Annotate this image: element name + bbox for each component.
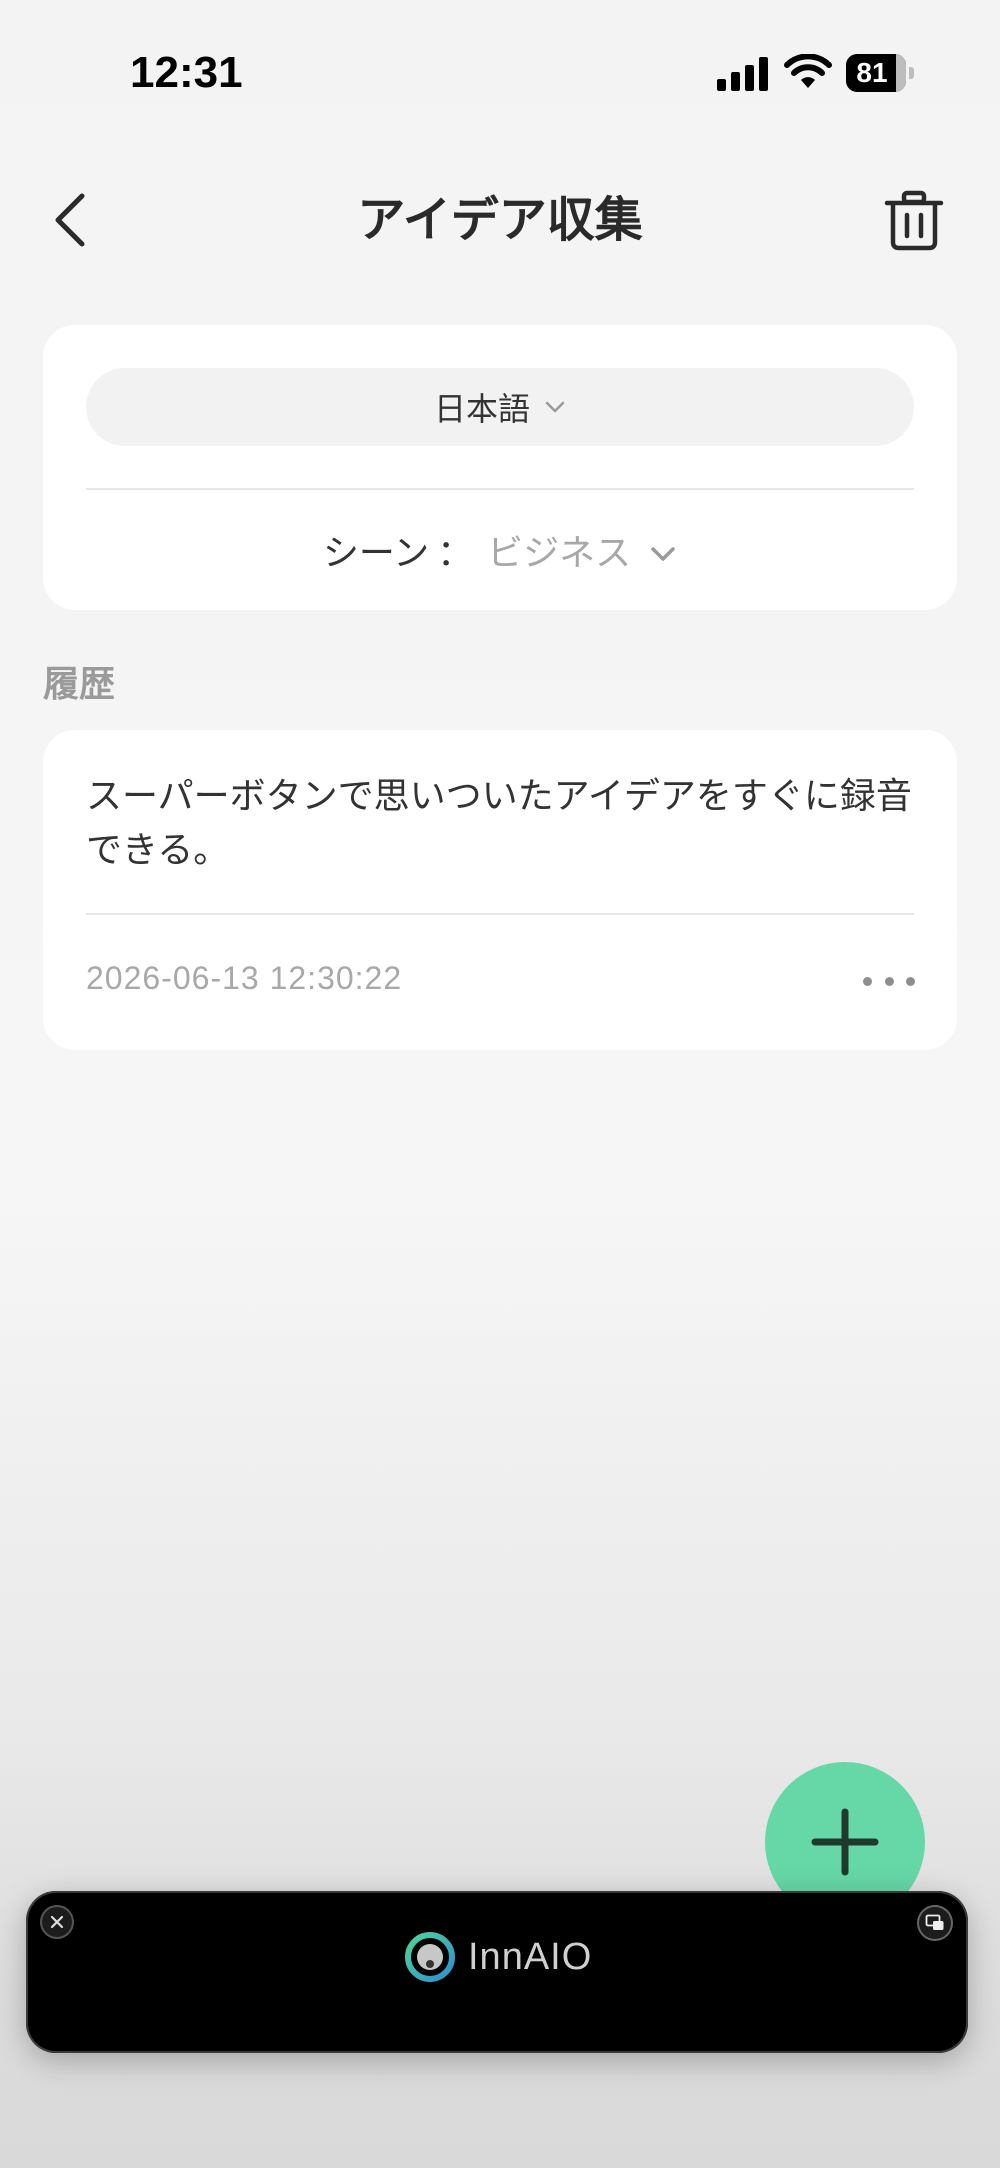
more-options-icon[interactable]: [863, 974, 915, 988]
delete-button[interactable]: [884, 190, 944, 252]
plus-icon: [811, 1808, 879, 1876]
page-title: アイデア収集: [357, 192, 643, 248]
brand-logo: InnAIO: [404, 1931, 592, 1983]
picture-in-picture-icon: [925, 1914, 944, 1930]
close-icon: [50, 1915, 64, 1929]
battery-icon: 81: [846, 54, 916, 92]
close-button[interactable]: [40, 1905, 74, 1939]
history-heading: 履歴: [43, 664, 116, 705]
battery-level: 81: [856, 57, 888, 88]
brand-name: InnAIO: [468, 1935, 593, 1978]
scene-value: ビジネス: [487, 533, 632, 574]
chevron-left-icon: [55, 193, 85, 247]
divider: [86, 488, 914, 490]
mini-player[interactable]: InnAIO: [26, 1891, 968, 2053]
language-selector[interactable]: 日本語: [86, 368, 914, 446]
scene-selector[interactable]: シーン ： ビジネス: [86, 515, 914, 585]
signal-icon: [717, 57, 768, 91]
history-item[interactable]: スーパーボタンで思いついたアイデアをすぐに録音できる。 2026-06-13 1…: [43, 730, 957, 1050]
chevron-down-icon: [545, 401, 565, 413]
settings-card: 日本語 シーン ： ビジネス: [43, 325, 957, 610]
expand-button[interactable]: [917, 1905, 953, 1941]
scene-separator: ：: [437, 533, 474, 574]
status-time: 12:31: [130, 48, 243, 97]
trash-icon: [884, 190, 944, 251]
logo-icon: [405, 1932, 455, 1982]
divider: [86, 913, 914, 915]
status-bar: 12:31 81: [0, 0, 1000, 140]
history-item-text: スーパーボタンで思いついたアイデアをすぐに録音できる。: [86, 776, 912, 871]
history-item-timestamp: 2026-06-13 12:30:22: [86, 960, 403, 996]
scene-label: シーン: [322, 533, 430, 574]
chevron-down-icon: [651, 547, 675, 561]
back-button[interactable]: [48, 188, 96, 252]
language-value: 日本語: [433, 390, 530, 428]
wifi-icon: [784, 54, 832, 88]
